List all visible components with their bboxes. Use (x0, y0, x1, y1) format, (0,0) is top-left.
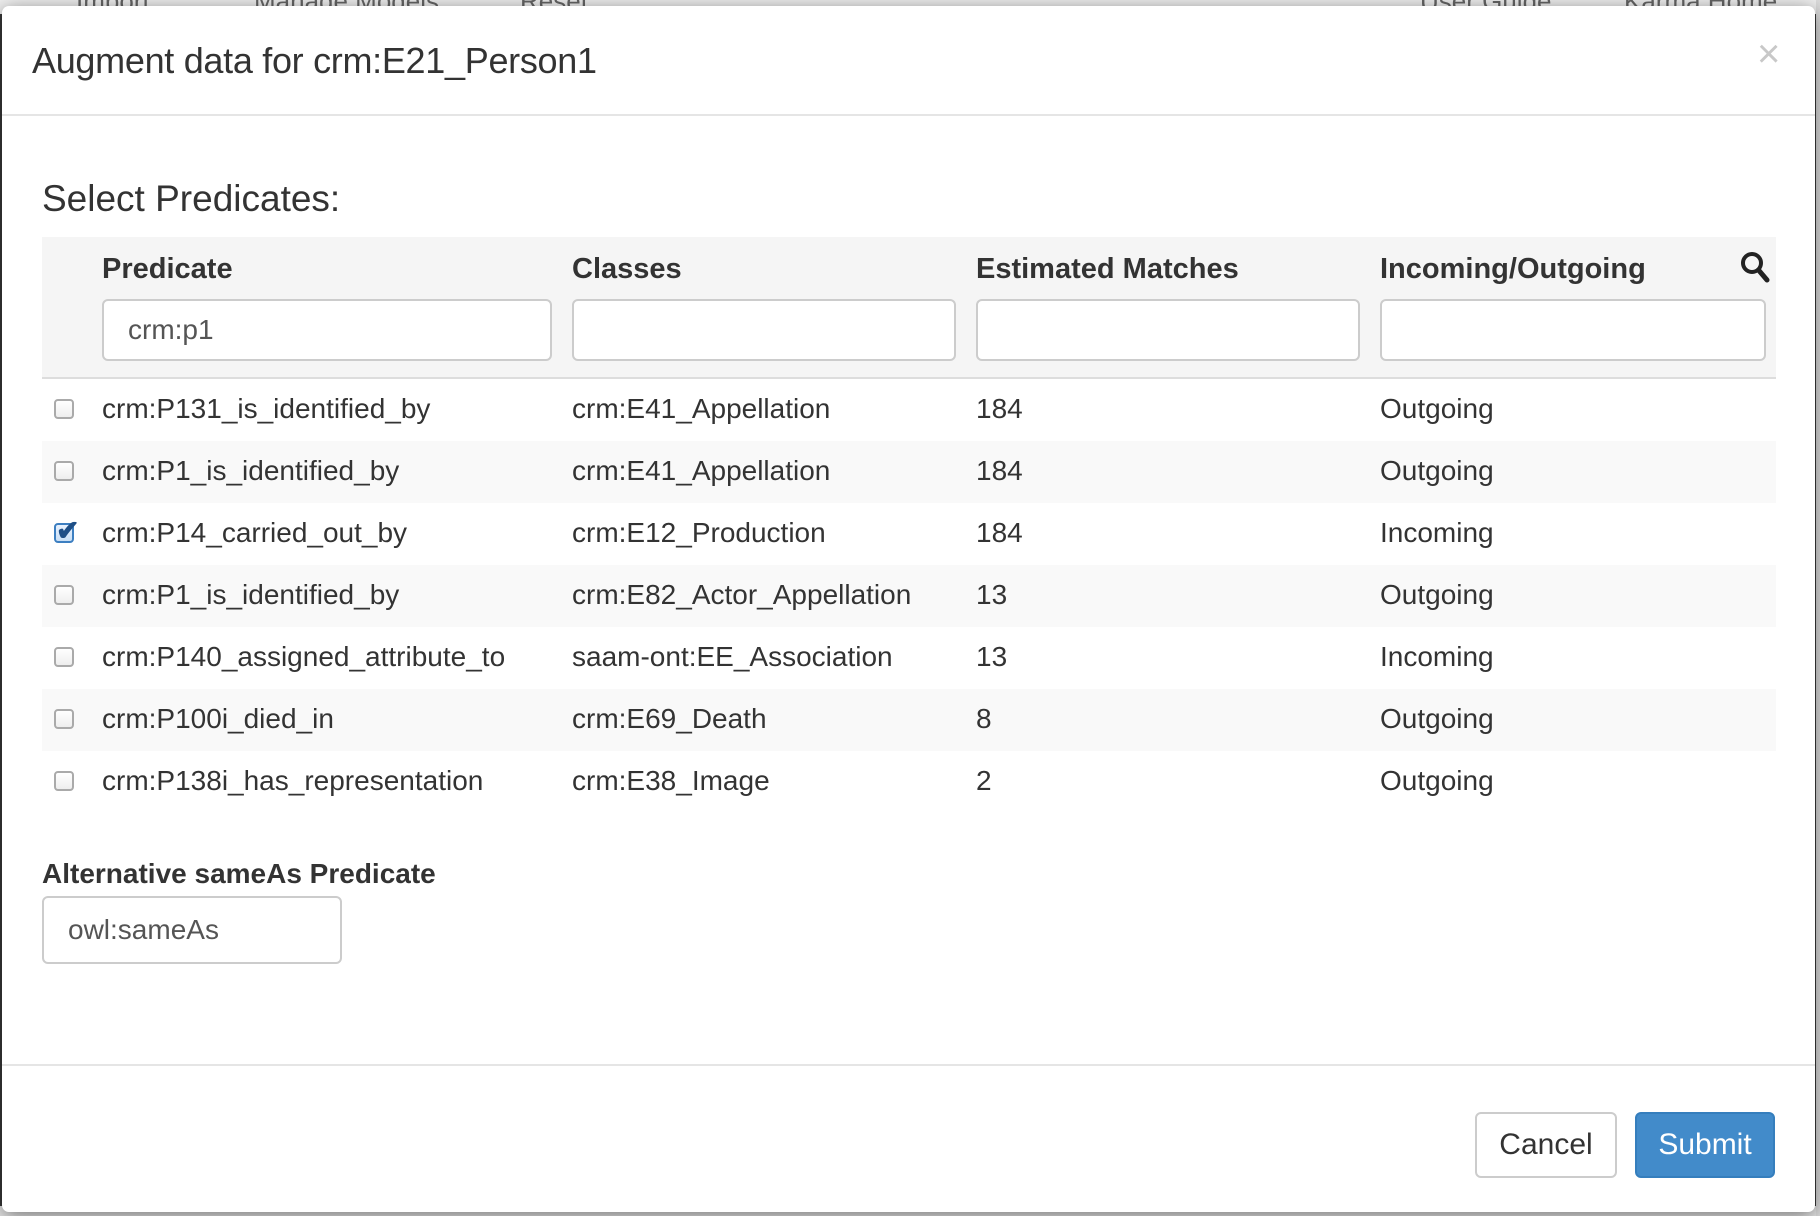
classes-cell: crm:E38_Image (572, 765, 770, 796)
search-icon[interactable] (1740, 251, 1770, 283)
column-header-predicate[interactable]: Predicate (102, 253, 233, 286)
select-predicates-heading: Select Predicates: (42, 178, 341, 219)
table-row[interactable]: crm:P1_is_identified_by crm:E41_Appellat… (42, 441, 1776, 504)
row-checkbox[interactable] (54, 709, 74, 729)
direction-cell: Outgoing (1380, 765, 1494, 796)
matches-cell: 184 (976, 517, 1023, 548)
predicate-cell: crm:P1_is_identified_by (102, 579, 400, 610)
row-checkbox[interactable]: ✔ (54, 517, 79, 545)
classes-cell: crm:E12_Production (572, 517, 826, 548)
direction-cell: Incoming (1380, 517, 1494, 548)
cancel-button[interactable]: Cancel (1475, 1112, 1617, 1178)
classes-cell: crm:E69_Death (572, 703, 767, 734)
column-header-estimated-matches[interactable]: Estimated Matches (976, 253, 1239, 286)
modal-title: Augment data for crm:E21_Person1 (32, 40, 597, 81)
filter-classes-input[interactable] (572, 299, 956, 361)
filter-direction-input[interactable] (1380, 299, 1766, 361)
column-header-direction[interactable]: Incoming/Outgoing (1380, 253, 1646, 286)
table-row[interactable]: crm:P1_is_identified_by crm:E82_Actor_Ap… (42, 565, 1776, 628)
checkmark-icon: ✔ (56, 515, 80, 546)
classes-cell: crm:E41_Appellation (572, 455, 831, 486)
augment-data-modal: Augment data for crm:E21_Person1 × Selec… (2, 6, 1815, 1212)
classes-cell: crm:E82_Actor_Appellation (572, 579, 912, 610)
table-row[interactable]: ✔ crm:P14_carried_out_by crm:E12_Product… (42, 503, 1776, 566)
table-row[interactable]: crm:P138i_has_representation crm:E38_Ima… (42, 751, 1776, 813)
alt-sameas-input[interactable] (42, 896, 342, 964)
direction-cell: Incoming (1380, 641, 1494, 672)
matches-cell: 184 (976, 393, 1023, 424)
predicate-cell: crm:P131_is_identified_by (102, 393, 431, 424)
filter-estimated-matches-input[interactable] (976, 299, 1360, 361)
matches-cell: 2 (976, 765, 992, 796)
predicate-cell: crm:P14_carried_out_by (102, 517, 408, 548)
row-checkbox[interactable] (54, 771, 74, 791)
classes-cell: crm:E41_Appellation (572, 393, 831, 424)
submit-button[interactable]: Submit (1635, 1112, 1775, 1178)
row-checkbox[interactable] (54, 399, 74, 419)
row-checkbox[interactable] (54, 647, 74, 667)
row-checkbox[interactable] (54, 585, 74, 605)
table-header: Predicate Classes Estimated Matches Inco… (42, 237, 1776, 379)
direction-cell: Outgoing (1380, 703, 1494, 734)
direction-cell: Outgoing (1380, 393, 1494, 424)
modal-header: Augment data for crm:E21_Person1 × (2, 6, 1815, 116)
close-icon[interactable]: × (1757, 34, 1780, 74)
matches-cell: 8 (976, 703, 992, 734)
table-row[interactable]: crm:P131_is_identified_by crm:E41_Appell… (42, 379, 1776, 442)
direction-cell: Outgoing (1380, 579, 1494, 610)
filter-predicate-input[interactable] (102, 299, 552, 361)
predicate-cell: crm:P100i_died_in (102, 703, 334, 734)
row-checkbox[interactable] (54, 461, 74, 481)
table-row[interactable]: crm:P140_assigned_attribute_to saam-ont:… (42, 627, 1776, 690)
direction-cell: Outgoing (1380, 455, 1494, 486)
matches-cell: 13 (976, 579, 1008, 610)
classes-cell: saam-ont:EE_Association (572, 641, 893, 672)
matches-cell: 13 (976, 641, 1008, 672)
table-row[interactable]: crm:P100i_died_in crm:E69_Death 8 Outgoi… (42, 689, 1776, 752)
column-header-classes[interactable]: Classes (572, 253, 682, 286)
matches-cell: 184 (976, 455, 1023, 486)
alt-sameas-label: Alternative sameAs Predicate (42, 858, 436, 889)
predicate-cell: crm:P140_assigned_attribute_to (102, 641, 506, 672)
background-page-right (1816, 0, 1820, 1216)
predicate-cell: crm:P138i_has_representation (102, 765, 484, 796)
modal-footer: Cancel Submit (2, 1064, 1815, 1212)
predicate-cell: crm:P1_is_identified_by (102, 455, 400, 486)
